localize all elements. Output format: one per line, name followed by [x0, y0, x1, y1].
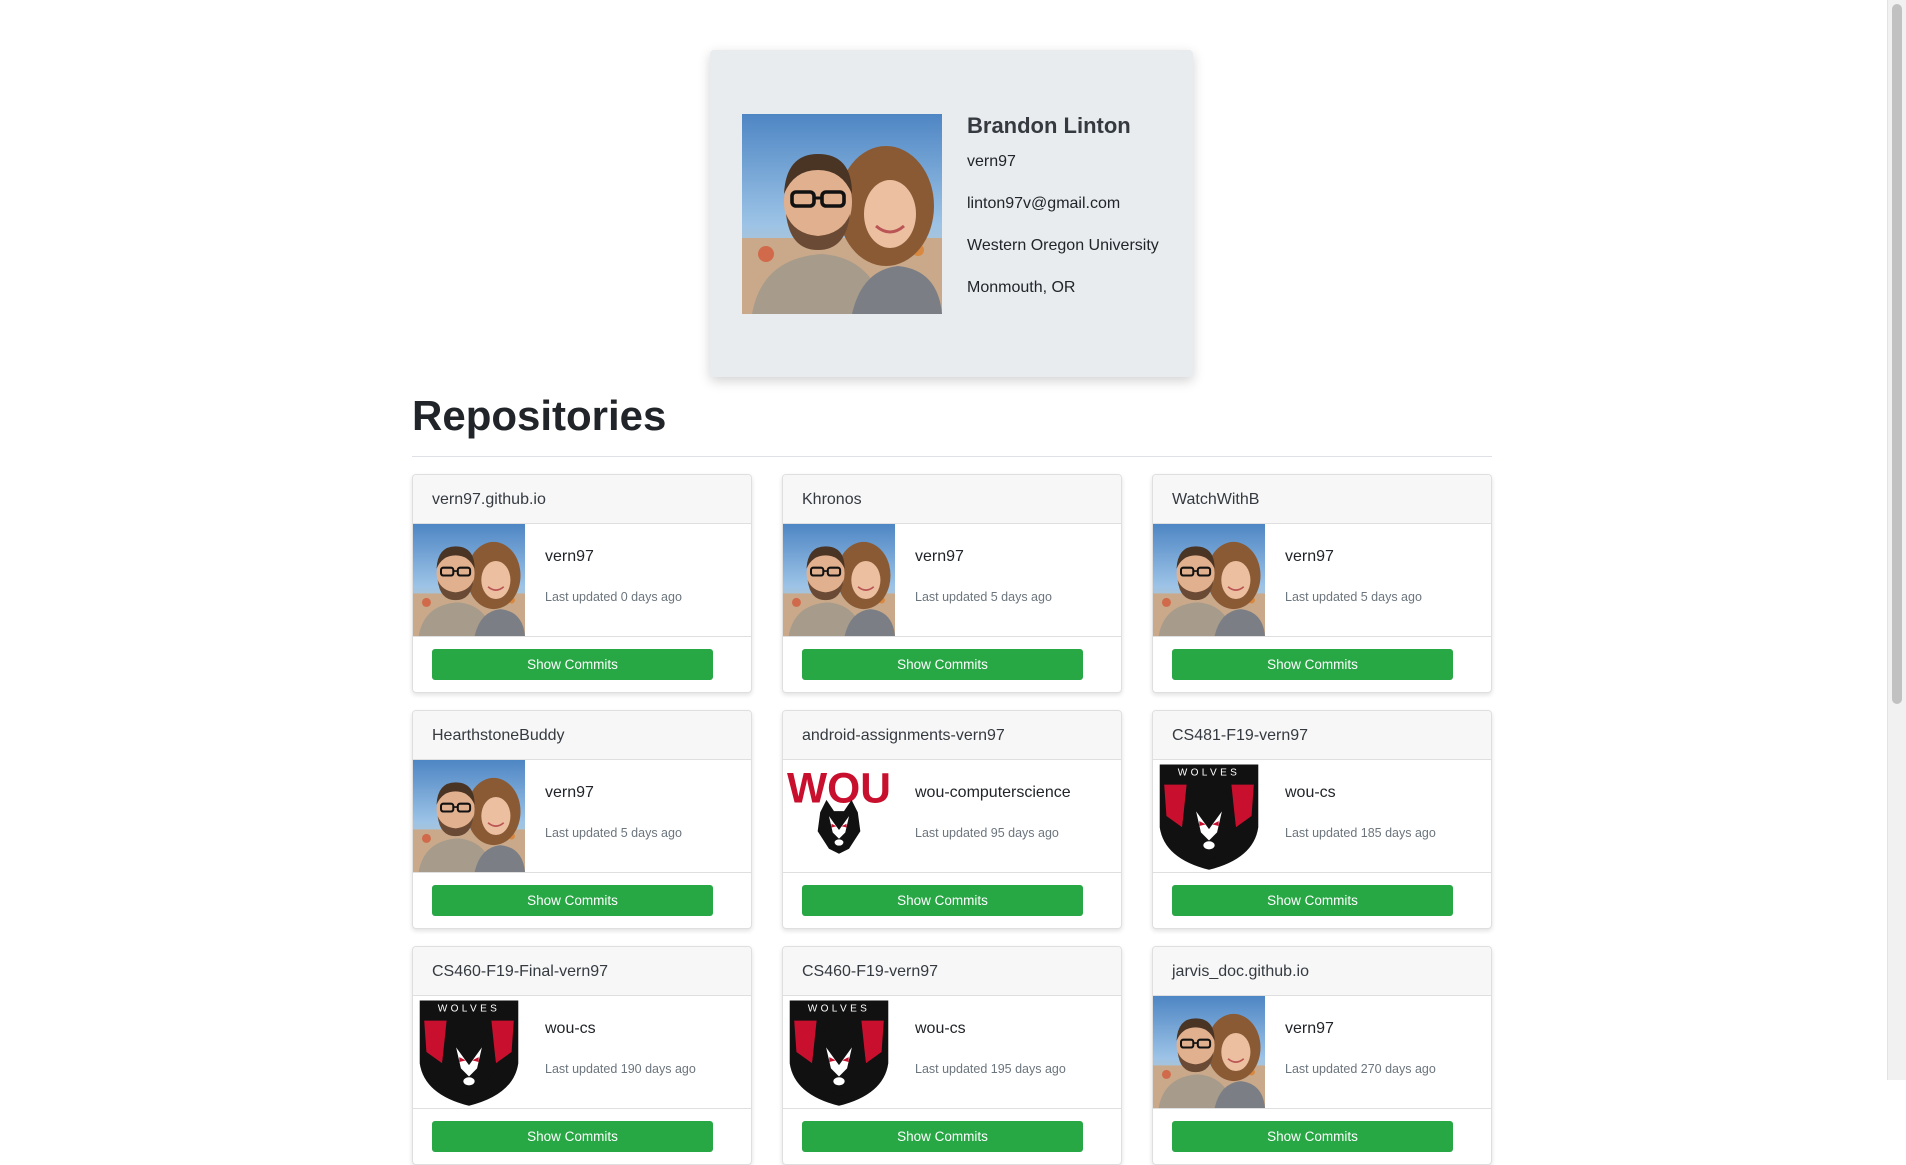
- page-scrollbar[interactable]: [1887, 0, 1906, 1080]
- repo-grid: vern97.github.io vern97 Last updated 0 day…: [412, 474, 1492, 1165]
- repo-last-updated: Last updated 0 days ago: [545, 590, 682, 604]
- repo-name: CS460-F19-vern97: [783, 947, 1121, 996]
- show-commits-button[interactable]: Show Commits: [432, 885, 713, 916]
- repo-footer: Show Commits: [1153, 637, 1491, 692]
- show-commits-button[interactable]: Show Commits: [1172, 1121, 1453, 1152]
- owner-avatar: [1153, 996, 1265, 1108]
- repo-name: HearthstoneBuddy: [413, 711, 751, 760]
- repo-card: CS460-F19-Final-vern97 WOLVES wou-cs Last u…: [412, 946, 752, 1165]
- repo-body: vern97 Last updated 270 days ago: [1153, 996, 1491, 1109]
- repo-body: vern97 Last updated 5 days ago: [1153, 524, 1491, 637]
- owner-avatar: [783, 524, 895, 636]
- repo-footer: Show Commits: [413, 637, 751, 692]
- wolves-logo-text: WOLVES: [1178, 768, 1241, 779]
- wolves-logo-avatar: WOLVES: [783, 996, 895, 1108]
- owner-avatar: [413, 524, 525, 636]
- repo-card: WatchWithB vern97 Last updated 5 days ago S…: [1152, 474, 1492, 693]
- profile-avatar: [742, 114, 942, 314]
- repo-card: android-assignments-vern97 WOU wou-compute…: [782, 710, 1122, 929]
- repo-footer: Show Commits: [413, 873, 751, 928]
- owner-avatar: [1153, 524, 1265, 636]
- repo-card: CS481-F19-vern97 WOLVES wou-cs Last updated…: [1152, 710, 1492, 929]
- owner-avatar: [413, 760, 525, 872]
- repo-last-updated: Last updated 5 days ago: [1285, 590, 1422, 604]
- repo-body: WOU wou-computerscience Last updated 95 da…: [783, 760, 1121, 873]
- repositories-heading: Repositories: [412, 392, 667, 439]
- repo-owner: vern97: [915, 548, 964, 565]
- profile-card: Brandon Linton vern97 linton97v@gmail.co…: [710, 50, 1193, 377]
- repo-body: vern97 Last updated 0 days ago: [413, 524, 751, 637]
- show-commits-button[interactable]: Show Commits: [802, 649, 1083, 680]
- repo-body: vern97 Last updated 5 days ago: [783, 524, 1121, 637]
- repo-last-updated: Last updated 95 days ago: [915, 826, 1059, 840]
- repo-last-updated: Last updated 270 days ago: [1285, 1062, 1436, 1076]
- repo-name: WatchWithB: [1153, 475, 1491, 524]
- repo-footer: Show Commits: [1153, 1109, 1491, 1164]
- heading-divider: [412, 456, 1492, 457]
- repo-footer: Show Commits: [783, 873, 1121, 928]
- profile-username: vern97: [967, 153, 1016, 170]
- repo-owner: wou-cs: [915, 1020, 966, 1037]
- profile-email: linton97v@gmail.com: [967, 195, 1121, 212]
- repo-owner: wou-cs: [1285, 784, 1336, 801]
- repo-body: vern97 Last updated 5 days ago: [413, 760, 751, 873]
- repo-card: HearthstoneBuddy vern97 Last updated 5 day…: [412, 710, 752, 929]
- profile-location: Monmouth, OR: [967, 279, 1076, 296]
- profile-info: Brandon Linton vern97 linton97v@gmail.co…: [967, 113, 1159, 321]
- scrollbar-thumb[interactable]: [1892, 4, 1902, 704]
- repo-name: Khronos: [783, 475, 1121, 524]
- repo-card: CS460-F19-vern97 WOLVES wou-cs Last updated…: [782, 946, 1122, 1165]
- repo-last-updated: Last updated 185 days ago: [1285, 826, 1436, 840]
- repo-footer: Show Commits: [783, 637, 1121, 692]
- repo-owner: vern97: [1285, 1020, 1334, 1037]
- wolves-logo-text: WOLVES: [438, 1004, 501, 1015]
- show-commits-button[interactable]: Show Commits: [1172, 649, 1453, 680]
- repo-card: Khronos vern97 Last updated 5 days ago Show…: [782, 474, 1122, 693]
- repo-name: vern97.github.io: [413, 475, 751, 524]
- show-commits-button[interactable]: Show Commits: [432, 1121, 713, 1152]
- wou-logo-text: WOU: [787, 765, 891, 813]
- wolves-logo-avatar: WOLVES: [1153, 760, 1265, 872]
- repo-body: WOLVES wou-cs Last updated 195 days ago: [783, 996, 1121, 1109]
- repo-owner: vern97: [545, 548, 594, 565]
- repo-last-updated: Last updated 5 days ago: [915, 590, 1052, 604]
- repo-last-updated: Last updated 195 days ago: [915, 1062, 1066, 1076]
- repo-owner: wou-computerscience: [915, 784, 1071, 801]
- repo-name: CS481-F19-vern97: [1153, 711, 1491, 760]
- repo-footer: Show Commits: [1153, 873, 1491, 928]
- wou-logo-avatar: WOU: [783, 760, 895, 872]
- repo-body: WOLVES wou-cs Last updated 185 days ago: [1153, 760, 1491, 873]
- wolves-logo-text: WOLVES: [808, 1004, 871, 1015]
- show-commits-button[interactable]: Show Commits: [802, 1121, 1083, 1152]
- repo-last-updated: Last updated 5 days ago: [545, 826, 682, 840]
- repo-owner: vern97: [545, 784, 594, 801]
- repo-name: jarvis_doc.github.io: [1153, 947, 1491, 996]
- repo-card: vern97.github.io vern97 Last updated 0 day…: [412, 474, 752, 693]
- show-commits-button[interactable]: Show Commits: [432, 649, 713, 680]
- repo-footer: Show Commits: [783, 1109, 1121, 1164]
- repo-last-updated: Last updated 190 days ago: [545, 1062, 696, 1076]
- repo-name: CS460-F19-Final-vern97: [413, 947, 751, 996]
- show-commits-button[interactable]: Show Commits: [1172, 885, 1453, 916]
- repo-name: android-assignments-vern97: [783, 711, 1121, 760]
- show-commits-button[interactable]: Show Commits: [802, 885, 1083, 916]
- repo-owner: vern97: [1285, 548, 1334, 565]
- repo-card: jarvis_doc.github.io vern97 Last updated 2…: [1152, 946, 1492, 1165]
- repo-owner: wou-cs: [545, 1020, 596, 1037]
- wolves-logo-avatar: WOLVES: [413, 996, 525, 1108]
- profile-organization: Western Oregon University: [967, 237, 1159, 254]
- repo-body: WOLVES wou-cs Last updated 190 days ago: [413, 996, 751, 1109]
- profile-name: Brandon Linton: [967, 113, 1131, 138]
- repo-footer: Show Commits: [413, 1109, 751, 1164]
